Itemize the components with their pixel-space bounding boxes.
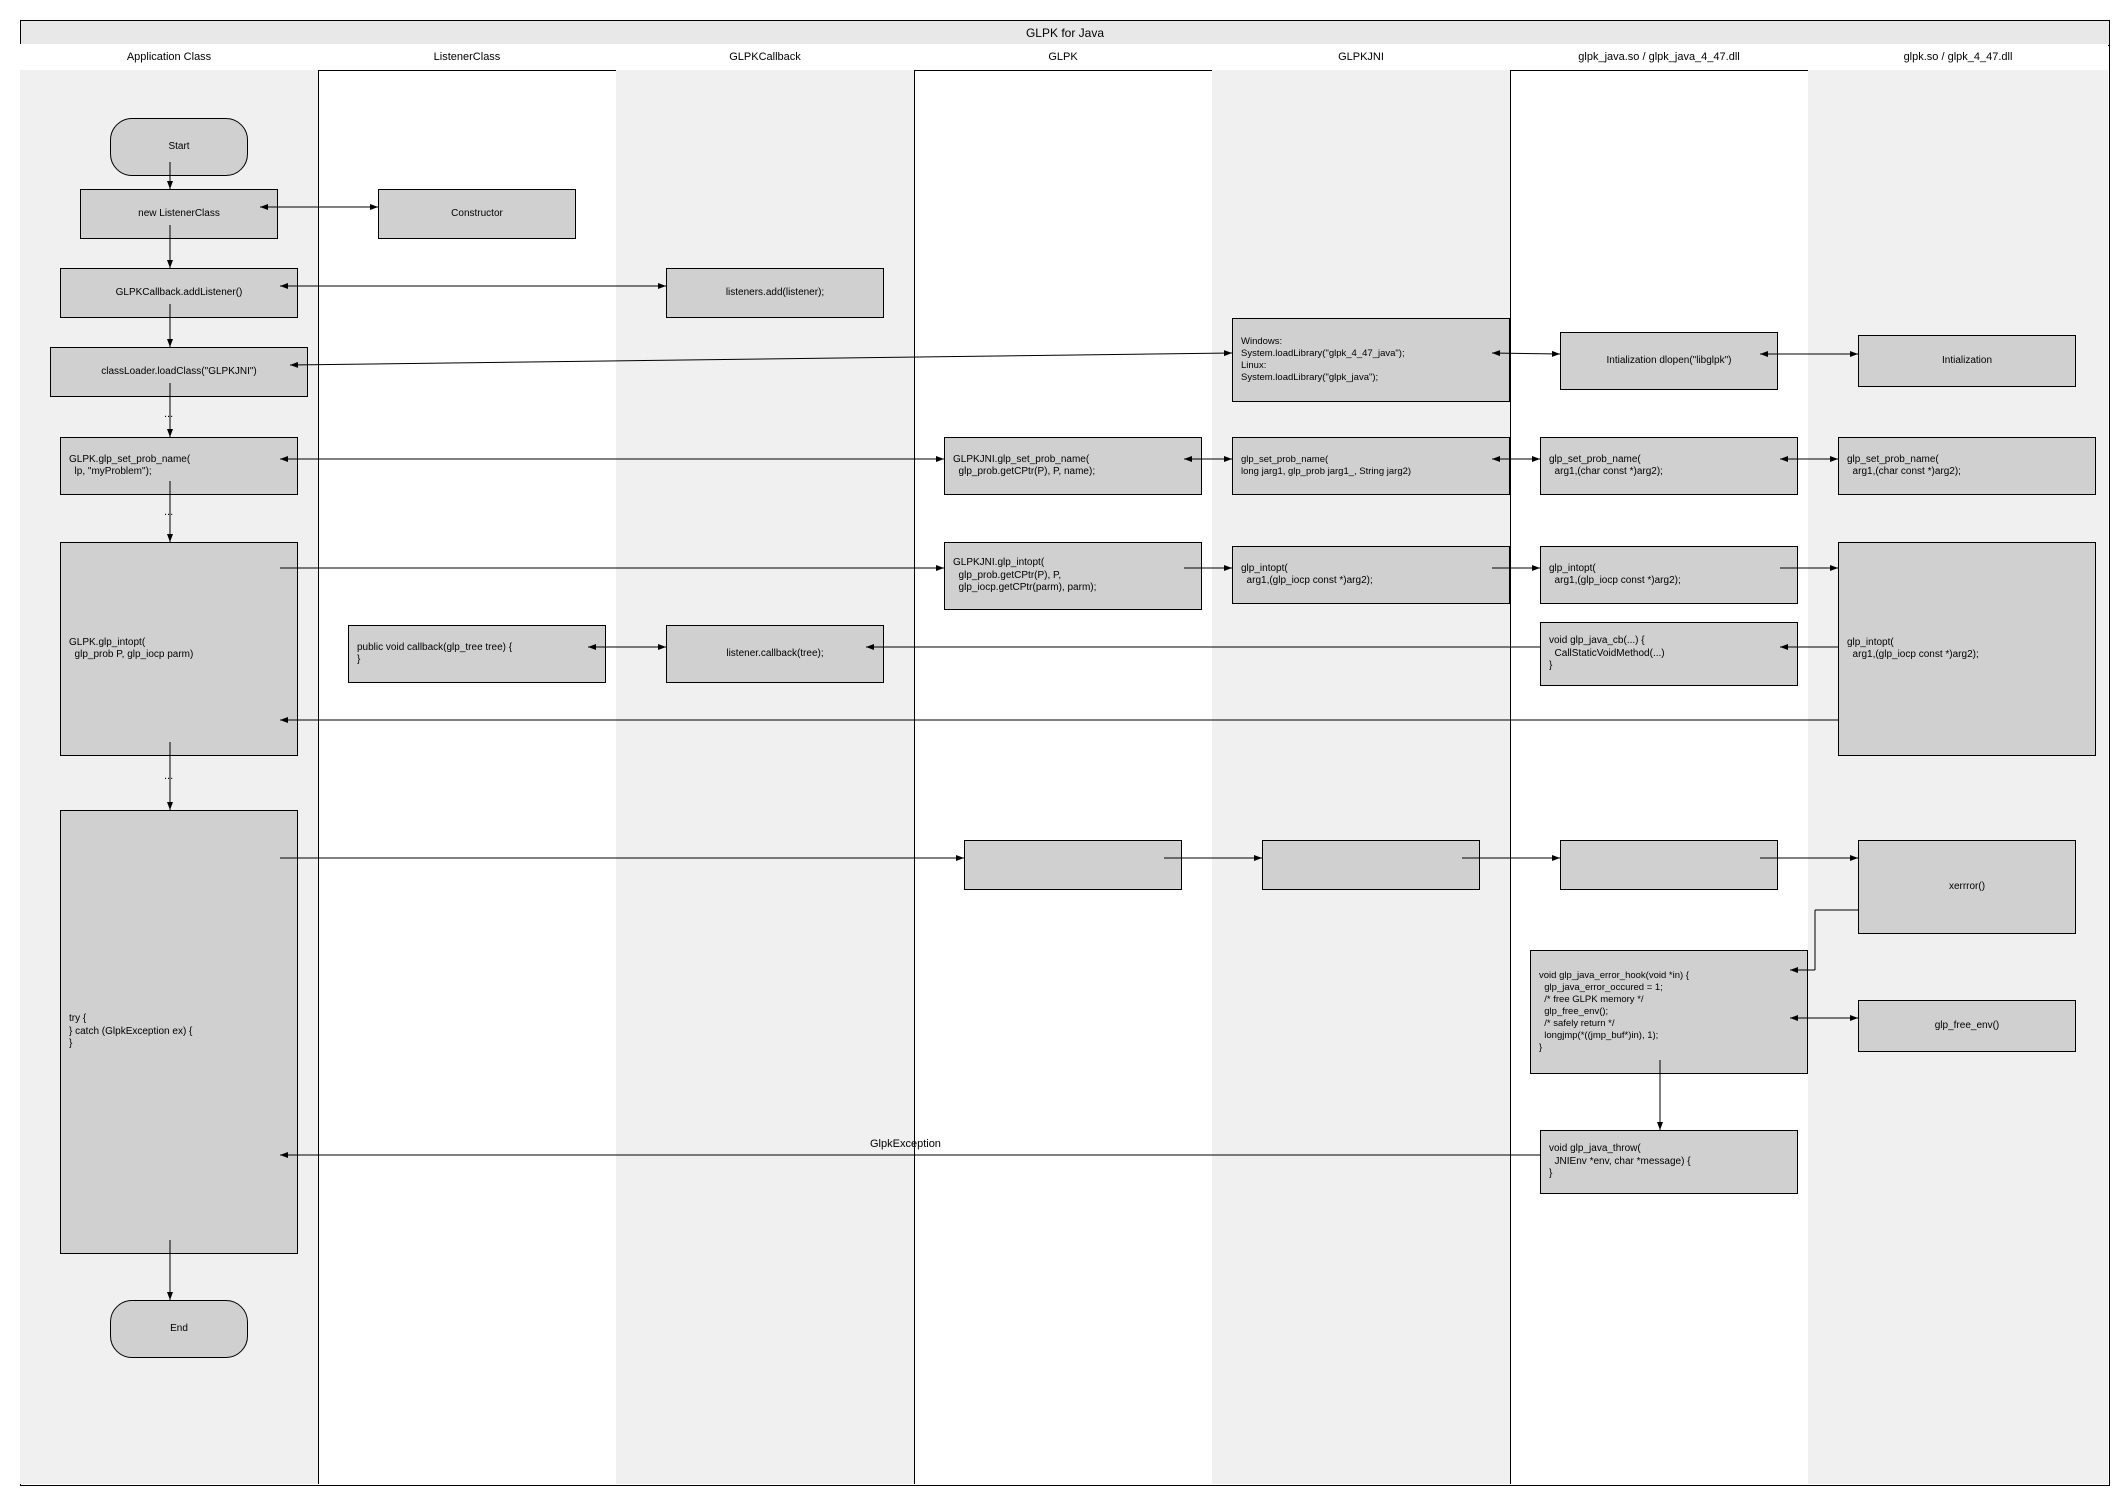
node-error-hook: void glp_java_error_hook(void *in) { glp…	[1530, 950, 1808, 1074]
node-callback-invoke: listener.callback(tree);	[666, 625, 884, 683]
node-empty-jni	[1262, 840, 1480, 890]
lane-body-4	[1212, 70, 1511, 1484]
node-intopt-jni: glp_intopt( arg1,(glp_iocp const *)arg2)…	[1232, 546, 1510, 604]
ellipsis-2: ...	[164, 506, 173, 518]
lane-header-5: glpk_java.so / glpk_java_4_47.dll	[1510, 44, 1809, 71]
lane-body-6	[1808, 70, 2108, 1484]
node-java-throw: void glp_java_throw( JNIEnv *env, char *…	[1540, 1130, 1798, 1194]
diagram-title-text: GLPK for Java	[1026, 26, 1104, 40]
node-init-b: Intialization	[1858, 335, 2076, 387]
lane-body-3	[914, 70, 1213, 1484]
lane-body-1	[318, 70, 617, 1484]
node-set-prob-jni: glp_set_prob_name( long jarg1, glp_prob …	[1232, 437, 1510, 495]
node-listener-callback: public void callback(glp_tree tree) { }	[348, 625, 606, 683]
node-jni-load: Windows: System.loadLibrary("glpk_4_47_j…	[1232, 318, 1510, 402]
node-free-env: glp_free_env()	[1858, 1000, 2076, 1052]
lane-header-3: GLPK	[914, 44, 1213, 71]
node-intopt-app: GLPK.glp_intopt( glp_prob P, glp_iocp pa…	[60, 542, 298, 756]
node-java-cb: void glp_java_cb(...) { CallStaticVoidMe…	[1540, 622, 1798, 686]
node-intopt-glpk: GLPKJNI.glp_intopt( glp_prob.getCPtr(P),…	[944, 542, 1202, 610]
node-set-prob-glpk: GLPKJNI.glp_set_prob_name( glp_prob.getC…	[944, 437, 1202, 495]
node-end: End	[110, 1300, 248, 1358]
node-intopt-so-a: glp_intopt( arg1,(glp_iocp const *)arg2)…	[1540, 546, 1798, 604]
lane-body-5	[1510, 70, 1809, 1484]
node-intopt-so-b: glp_intopt( arg1,(glp_iocp const *)arg2)…	[1838, 542, 2096, 756]
node-try-catch: try { } catch (GlpkException ex) { }	[60, 810, 298, 1254]
edge-label-glpk-exception: GlpkException	[870, 1138, 941, 1150]
lane-header-1: ListenerClass	[318, 44, 617, 71]
diagram-canvas: GLPK for Java Application Class Listener…	[0, 0, 2128, 1504]
node-empty-glpk	[964, 840, 1182, 890]
lane-header-2: GLPKCallback	[616, 44, 915, 71]
node-empty-so-a	[1560, 840, 1778, 890]
lane-header-4: GLPKJNI	[1212, 44, 1511, 71]
ellipsis-1: ...	[164, 408, 173, 420]
lane-header-0: Application Class	[20, 44, 319, 71]
node-add-listener: GLPKCallback.addListener()	[60, 268, 298, 318]
ellipsis-3: ...	[164, 770, 173, 782]
node-new-listener: new ListenerClass	[80, 189, 278, 239]
node-start: Start	[110, 118, 248, 176]
node-listeners-add: listeners.add(listener);	[666, 268, 884, 318]
node-init-a: Intialization dlopen("libglpk")	[1560, 332, 1778, 390]
diagram-title: GLPK for Java	[20, 20, 2110, 46]
node-constructor: Constructor	[378, 189, 576, 239]
lane-header-6: glpk.so / glpk_4_47.dll	[1808, 44, 2108, 71]
node-set-prob-so-b: glp_set_prob_name( arg1,(char const *)ar…	[1838, 437, 2096, 495]
node-set-prob-app: GLPK.glp_set_prob_name( lp, "myProblem")…	[60, 437, 298, 495]
node-xerror: xerrror()	[1858, 840, 2076, 934]
node-load-class: classLoader.loadClass("GLPKJNI")	[50, 347, 308, 397]
node-set-prob-so-a: glp_set_prob_name( arg1,(char const *)ar…	[1540, 437, 1798, 495]
